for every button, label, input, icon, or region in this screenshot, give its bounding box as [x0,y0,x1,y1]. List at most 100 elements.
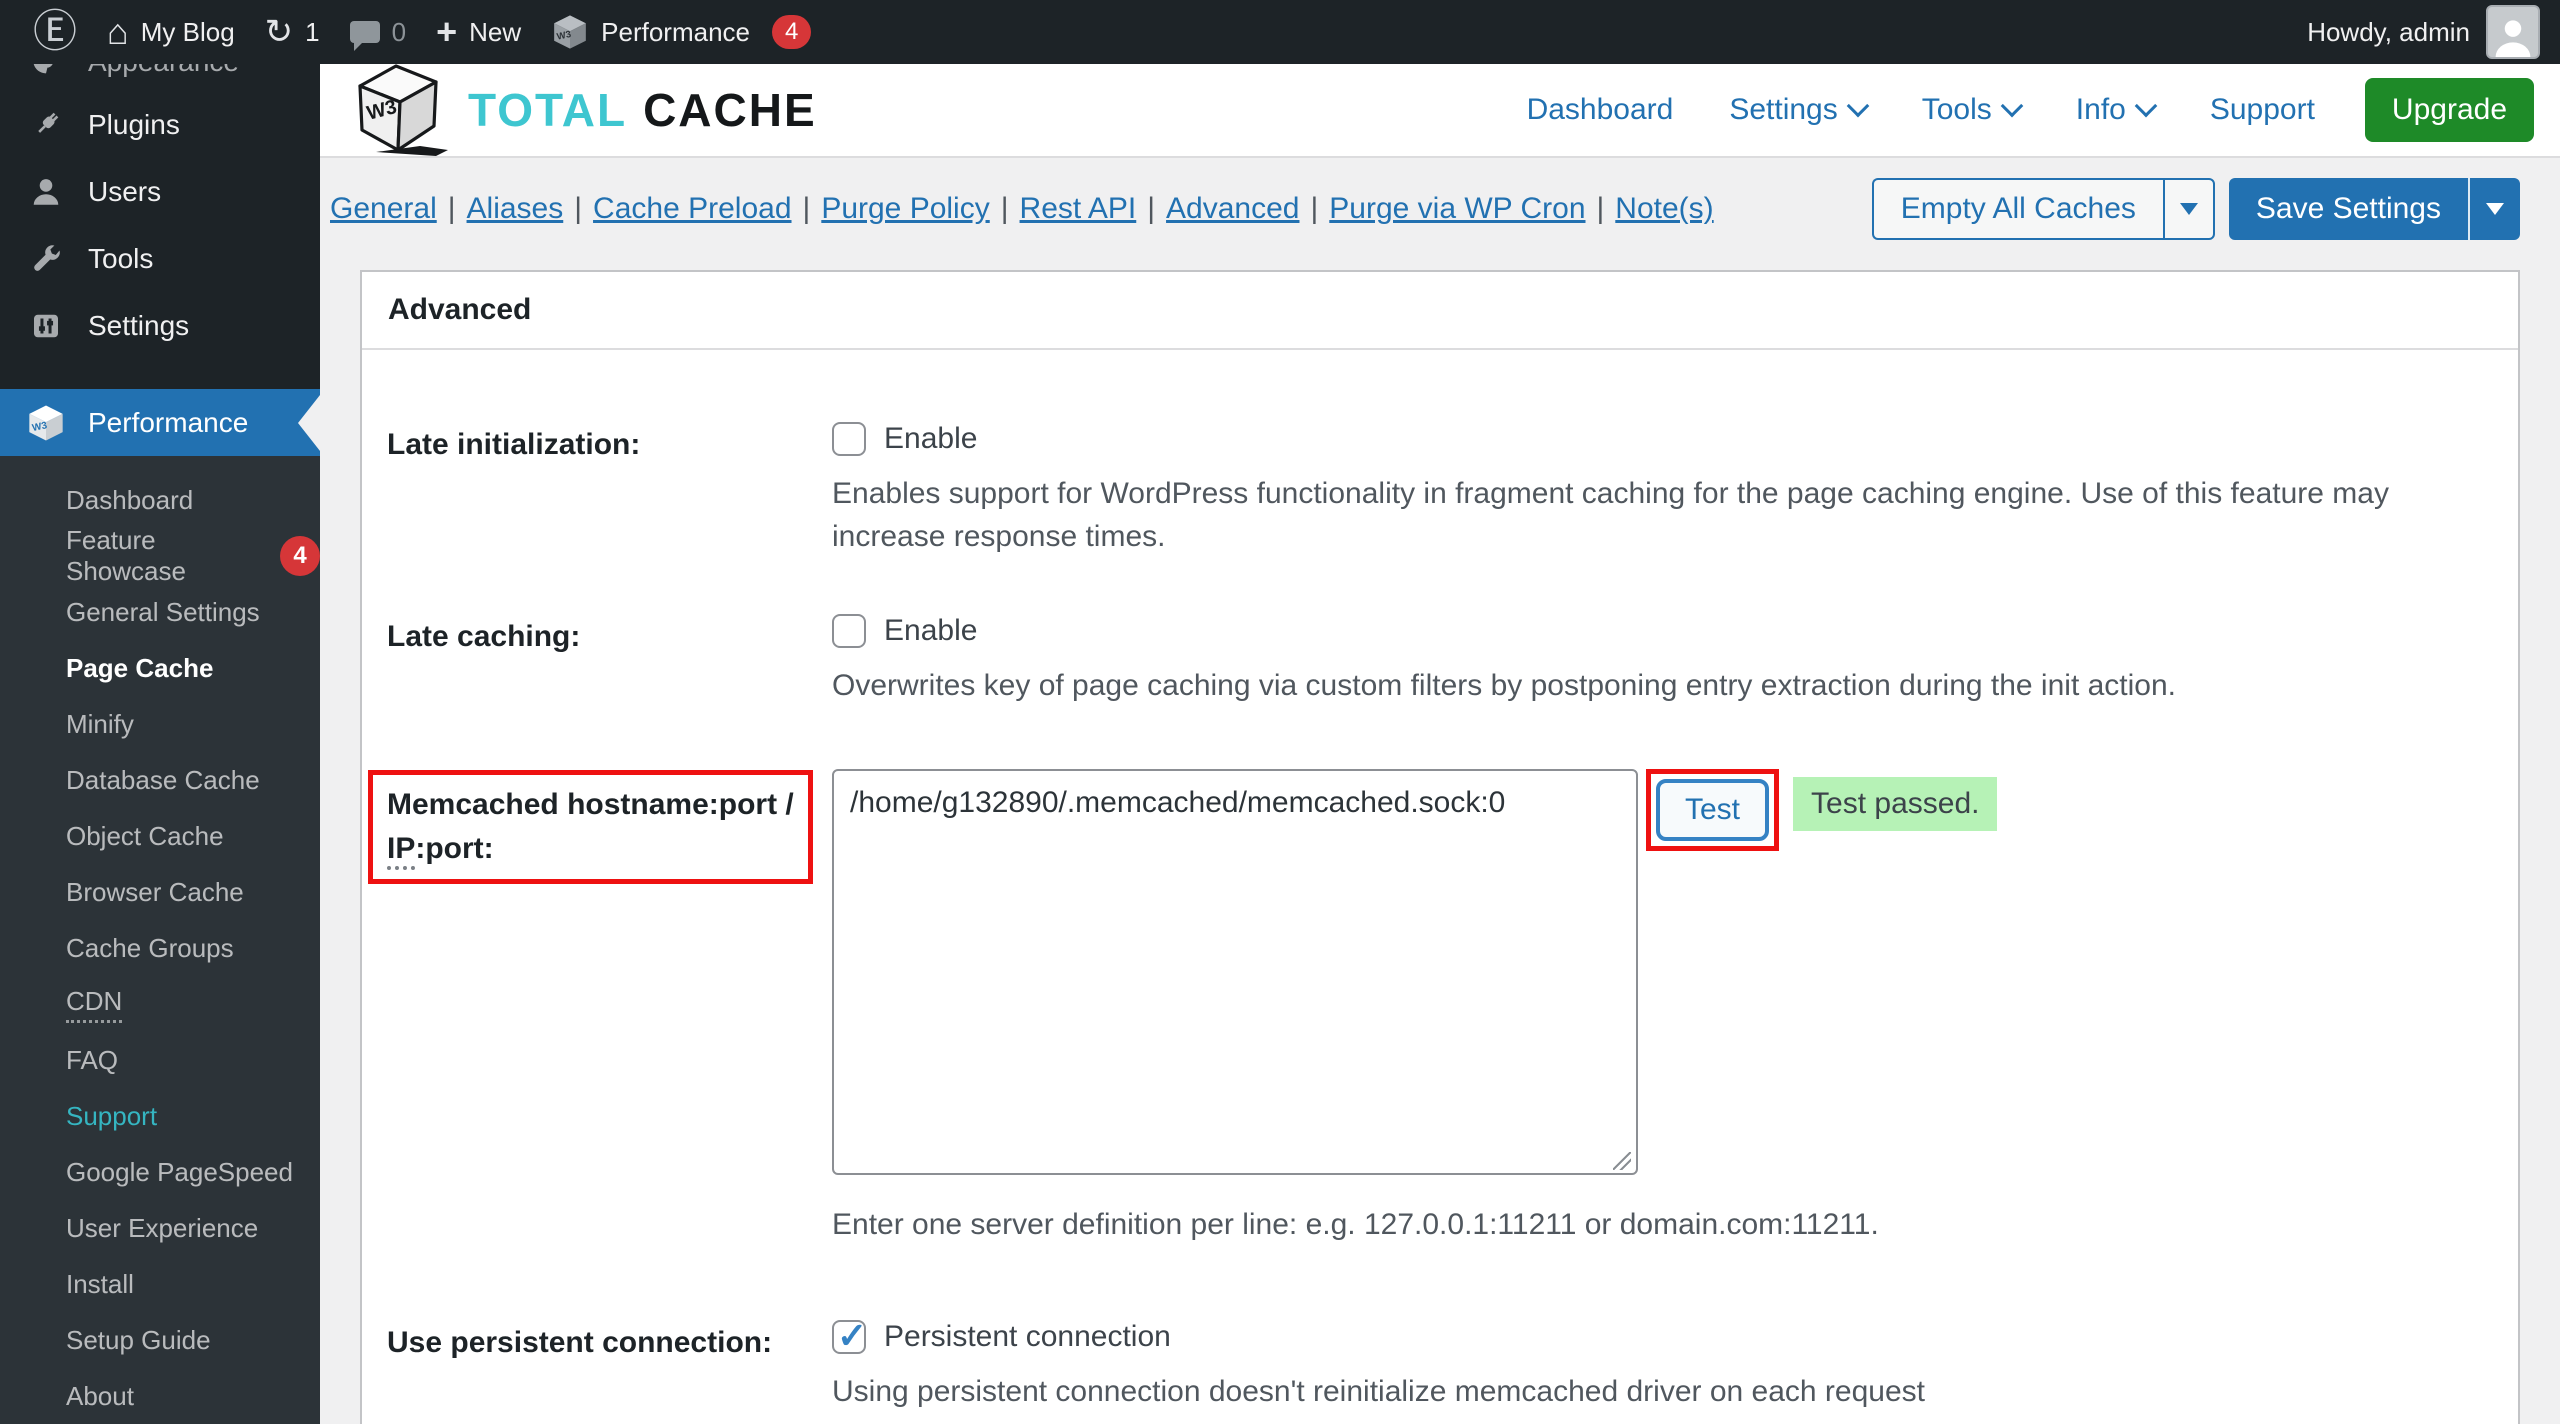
sidebar-item-appearance-clipped[interactable]: Appearance [0,64,320,80]
upgrade-button[interactable]: Upgrade [2365,78,2534,142]
save-settings-dropdown[interactable] [2468,178,2520,240]
submenu-item-general-settings[interactable]: General Settings [40,584,320,640]
save-settings-split-button: Save Settings [2229,178,2520,240]
site-link[interactable]: ⌂ My Blog [92,0,250,64]
nav-info[interactable]: Info [2076,93,2154,127]
sidebar-item-performance[interactable]: W3 Performance [0,389,320,456]
late-initialization-label: Late initialization: [387,422,832,558]
w3tc-header: W3 TOTALCACHE Dashboard Settings Tools I… [320,64,2560,158]
nav-settings[interactable]: Settings [1729,93,1865,127]
submenu-item-minify[interactable]: Minify [40,696,320,752]
dropdown-arrow-icon [2180,203,2198,215]
submenu-item-cache-groups[interactable]: Cache Groups [40,920,320,976]
late-initialization-enable[interactable]: Enable [832,422,2478,456]
sidebar-item-label: Performance [88,407,248,439]
ip-abbr: IP [387,832,415,870]
memcached-helper-text: Enter one server definition per line: e.… [832,1208,2478,1242]
toolbar-actions: Empty All Caches Save Settings [1872,178,2520,240]
crumb-purge-policy[interactable]: Purge Policy [821,192,989,225]
memcached-label-highlight: Memcached hostname:port / IP:port: [368,770,813,884]
memcached-test-button[interactable]: Test [1656,779,1769,841]
comment-count: 0 [392,17,406,48]
crumb-advanced[interactable]: Advanced [1166,192,1299,225]
late-initialization-checkbox[interactable] [832,422,866,456]
new-content-menu[interactable]: + New [421,0,536,64]
plus-icon: + [436,14,457,50]
person-icon [2491,13,2535,57]
nav-support[interactable]: Support [2210,93,2315,127]
chevron-down-icon [2000,95,2023,118]
update-icon: ↻ [265,15,294,49]
submenu-item-about[interactable]: About [40,1368,320,1424]
sidebar-item-label: Tools [88,243,153,275]
crumb-purge-wp-cron[interactable]: Purge via WP Cron [1329,192,1585,225]
sidebar-item-tools[interactable]: Tools [0,225,320,292]
submenu-item-page-cache[interactable]: Page Cache [40,640,320,696]
submenu-item-google-pagespeed[interactable]: Google PageSpeed [40,1144,320,1200]
submenu-item-feature-showcase[interactable]: Feature Showcase4 [40,528,320,584]
plugins-icon [26,107,66,143]
submenu-item-object-cache[interactable]: Object Cache [40,808,320,864]
persistent-connection-description: Using persistent connection doesn't rein… [832,1370,2478,1413]
sidebar-item-plugins[interactable]: Plugins [0,92,320,159]
empty-all-caches-split-button: Empty All Caches [1872,178,2215,240]
appearance-icon [26,64,66,79]
sidebar-item-label: Users [88,176,161,208]
wordpress-logo-icon: Ⓔ [33,10,77,54]
sidebar-item-settings[interactable]: Settings [0,292,320,359]
crumb-aliases[interactable]: Aliases [467,192,564,225]
current-menu-arrow [298,395,320,451]
chevron-down-icon [1846,95,1869,118]
persistent-connection-checkbox[interactable] [832,1320,866,1354]
empty-all-caches-dropdown[interactable] [2163,178,2215,240]
crumb-notes[interactable]: Note(s) [1615,192,1713,225]
comments-link[interactable]: 0 [335,0,421,64]
persistent-connection-enable[interactable]: Persistent connection [832,1320,2478,1354]
adminbar-performance-label: Performance [601,17,750,48]
chevron-down-icon [2135,95,2158,118]
nav-tools[interactable]: Tools [1922,93,2020,127]
persistent-connection-label: Use persistent connection: [387,1320,832,1413]
submenu-item-setup-guide[interactable]: Setup Guide [40,1312,320,1368]
sidebar-item-users[interactable]: Users [0,159,320,226]
late-caching-checkbox[interactable] [832,614,866,648]
new-label: New [469,17,521,48]
submenu-item-support[interactable]: Support [40,1088,320,1144]
breadcrumb: General|Aliases|Cache Preload|Purge Poli… [330,192,1714,226]
w3tc-wordmark: TOTALCACHE [468,83,817,137]
submenu-item-user-experience[interactable]: User Experience [40,1200,320,1256]
w3tc-nav: Dashboard Settings Tools Info Support [1527,93,2315,127]
adminbar-performance-menu[interactable]: W3 Performance 4 [536,0,826,64]
submenu-item-cdn[interactable]: CDN [40,976,320,1032]
empty-all-caches-button[interactable]: Empty All Caches [1872,178,2163,240]
submenu-item-dashboard[interactable]: Dashboard [40,472,320,528]
nav-dashboard[interactable]: Dashboard [1527,93,1674,127]
persistent-connection-row: Use persistent connection: Persistent co… [387,1320,2478,1413]
users-icon [26,174,66,210]
w3tc-cube-icon: W3 [26,403,66,443]
crumb-rest-api[interactable]: Rest API [1020,192,1137,225]
submenu-item-database-cache[interactable]: Database Cache [40,752,320,808]
main-content: W3 TOTALCACHE Dashboard Settings Tools I… [320,64,2560,1424]
performance-submenu: Dashboard Feature Showcase4 General Sett… [0,456,320,1424]
wp-logo-menu[interactable]: Ⓔ [18,0,92,64]
advanced-form: Late initialization: Enable Enables supp… [362,350,2518,1413]
submenu-item-browser-cache[interactable]: Browser Cache [40,864,320,920]
late-caching-description: Overwrites key of page caching via custo… [832,664,2478,707]
crumb-cache-preload[interactable]: Cache Preload [593,192,791,225]
crumb-general[interactable]: General [330,192,437,225]
updates-link[interactable]: ↻ 1 [250,0,335,64]
howdy-account-link[interactable]: Howdy, admin [2307,17,2470,48]
performance-badge: 4 [772,15,811,50]
avatar[interactable] [2486,5,2540,59]
w3tc-logo: W3 TOTALCACHE [348,64,817,158]
test-result-status: Test passed. [1793,777,1997,831]
memcached-servers-textarea[interactable]: /home/g132890/.memcached/memcached.sock:… [832,769,1638,1175]
submenu-item-install[interactable]: Install [40,1256,320,1312]
submenu-item-faq[interactable]: FAQ [40,1032,320,1088]
save-settings-button[interactable]: Save Settings [2229,178,2468,240]
late-caching-enable[interactable]: Enable [832,614,2478,648]
howdy-text: Howdy, admin [2307,17,2470,47]
late-caching-label: Late caching: [387,614,832,707]
test-button-highlight: Test [1646,769,1779,851]
